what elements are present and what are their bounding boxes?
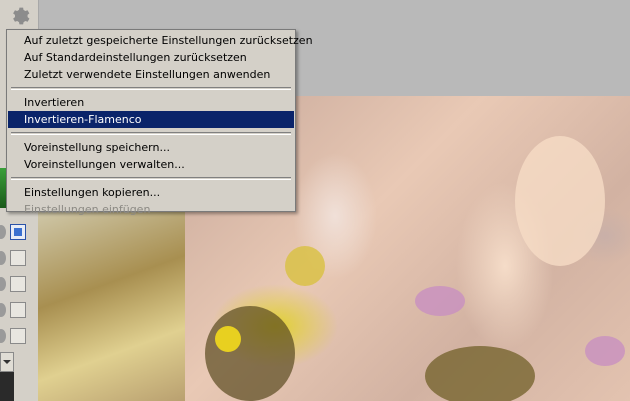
menu-item-reset-defaults[interactable]: Auf Standardeinstellungen zurücksetzen (7, 49, 295, 66)
image-preview-left (38, 212, 185, 401)
image-region (425, 346, 535, 401)
menu-item-paste-settings: Einstellungen einfügen (24, 203, 151, 216)
image-region (515, 136, 605, 266)
image-region (585, 336, 625, 366)
image-region (205, 306, 295, 401)
checkbox-icon[interactable] (10, 302, 26, 318)
settings-gear-button[interactable] (6, 3, 32, 29)
gear-icon[interactable] (0, 251, 6, 265)
menu-item-save-preset[interactable]: Voreinstellung speichern... (7, 139, 295, 156)
menu-separator (11, 132, 291, 135)
menu-item-manage-presets[interactable]: Voreinstellungen verwalten... (7, 156, 295, 173)
checkbox-icon[interactable] (10, 250, 26, 266)
menu-item-reset-last-saved[interactable]: Auf zuletzt gespeicherte Einstellungen z… (7, 32, 313, 49)
curve-preview (0, 372, 14, 401)
gear-icon[interactable] (0, 303, 6, 317)
gear-icon[interactable] (0, 225, 6, 239)
side-row-2 (0, 248, 34, 268)
checkbox-icon[interactable] (10, 224, 26, 240)
menu-item-apply-last-used[interactable]: Zuletzt verwendete Einstellungen anwende… (7, 66, 295, 83)
menu-separator (11, 87, 291, 90)
side-row-1 (0, 222, 34, 242)
checkbox-icon[interactable] (10, 328, 26, 344)
preset-dropdown-button[interactable] (0, 352, 14, 372)
image-region (215, 326, 241, 352)
menu-item-invert[interactable]: Invertieren (7, 94, 295, 111)
image-region (285, 246, 325, 286)
checkbox-icon[interactable] (10, 276, 26, 292)
menu-item-invert-flamenco[interactable]: Invertieren-Flamenco (8, 111, 294, 128)
side-row-5 (0, 326, 34, 346)
side-row-4 (0, 300, 34, 320)
menu-separator (11, 177, 291, 180)
gear-icon[interactable] (0, 329, 6, 343)
menu-item-copy-settings[interactable]: Einstellungen kopieren... (7, 184, 295, 201)
side-row-3 (0, 274, 34, 294)
gear-icon (13, 7, 30, 25)
context-menu: Auf zuletzt gespeicherte Einstellungen z… (6, 29, 313, 216)
image-region (415, 286, 465, 316)
gear-icon[interactable] (0, 277, 6, 291)
